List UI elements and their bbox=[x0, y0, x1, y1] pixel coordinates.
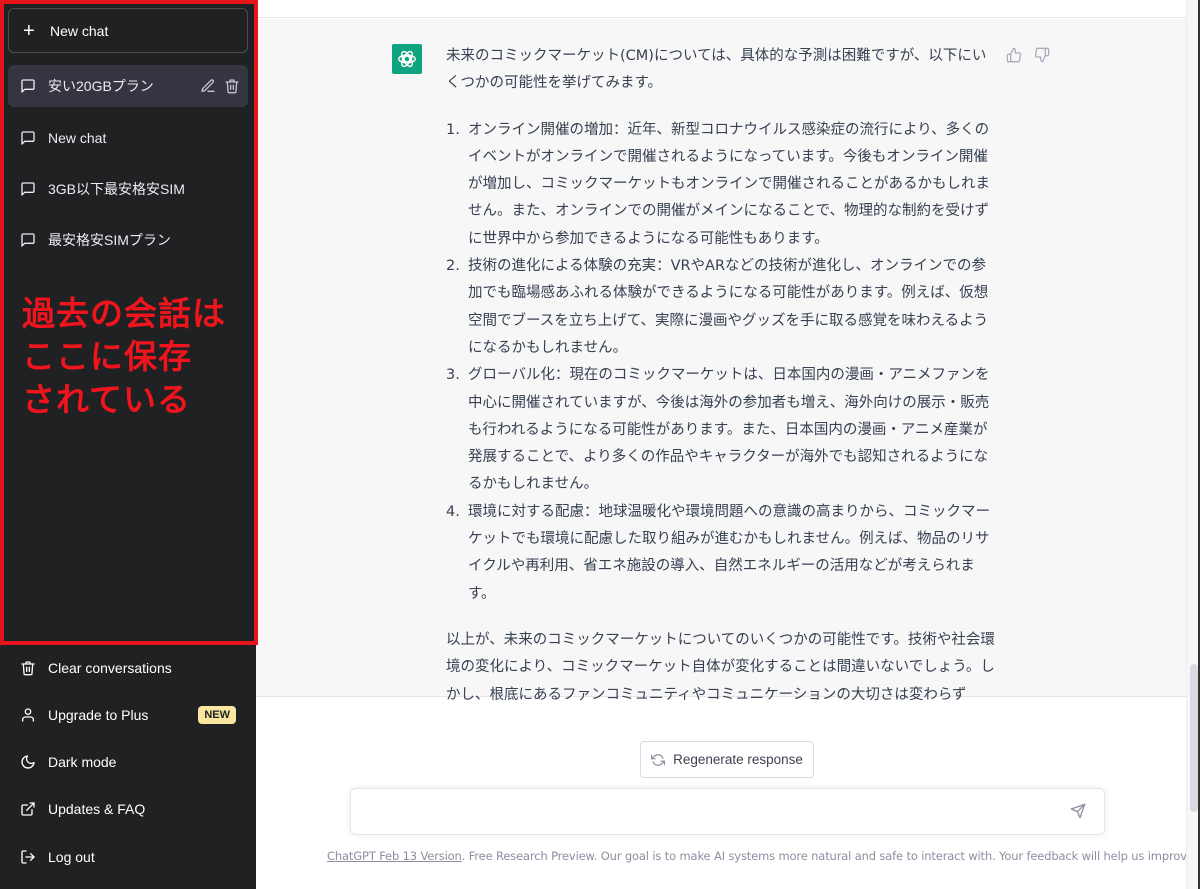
annotation-line: ここに保存 bbox=[22, 337, 192, 376]
regenerate-label: Regenerate response bbox=[673, 752, 803, 767]
plus-icon: + bbox=[23, 19, 35, 42]
list-item: 1. オンライン開催の増加：近年、新型コロナウイルス感染症の流行により、多くのイベ… bbox=[446, 121, 990, 247]
clear-conversations-label: Clear conversations bbox=[48, 660, 172, 676]
conversation-item-active[interactable]: 安い20GBプラン bbox=[8, 65, 248, 107]
new-badge: NEW bbox=[198, 706, 236, 724]
user-icon bbox=[20, 707, 36, 723]
feedback-buttons bbox=[1006, 47, 1052, 65]
updates-faq-label: Updates & FAQ bbox=[48, 801, 146, 817]
trash-icon bbox=[20, 660, 36, 676]
previous-message-edge bbox=[256, 0, 1186, 18]
scrollbar-thumb[interactable] bbox=[1190, 664, 1198, 812]
footer-text: . Free Research Preview. Our goal is to … bbox=[461, 849, 1198, 863]
sidebar: + New chat 安い20GBプラン New chat 3GB以下最安格安S… bbox=[0, 0, 256, 889]
conversation-item[interactable]: 最安格安SIMプラン bbox=[8, 219, 248, 261]
conversation-title: 最安格安SIMプラン bbox=[48, 232, 171, 248]
upgrade-to-plus-label: Upgrade to Plus bbox=[48, 707, 149, 723]
list-item: 4. 環境に対する配慮：地球温暖化や環境問題への意識の高まりから、コミックマーケッ… bbox=[446, 503, 990, 602]
message-input[interactable] bbox=[365, 801, 1055, 825]
clear-conversations-button[interactable]: Clear conversations bbox=[8, 646, 248, 690]
assistant-message: 未来のコミックマーケット(CM)については、具体的な予測は困難ですが、以下にいく… bbox=[256, 19, 1186, 703]
list-item: 2. 技術の進化による体験の充実：VRやARなどの技術が進化し、オンラインでの参加… bbox=[446, 258, 989, 356]
updates-faq-link[interactable]: Updates & FAQ bbox=[8, 787, 248, 831]
conversation-title: 3GB以下最安格安SIM bbox=[48, 181, 185, 197]
annotation-line: 過去の会話は bbox=[22, 294, 226, 333]
version-link[interactable]: ChatGPT Feb 13 Version bbox=[327, 849, 462, 863]
new-chat-label: New chat bbox=[50, 22, 109, 39]
conversation-item[interactable]: New chat bbox=[8, 117, 248, 159]
thumbs-up-icon[interactable] bbox=[1006, 47, 1024, 65]
upgrade-to-plus-button[interactable]: Upgrade to Plus NEW bbox=[8, 693, 248, 737]
footer-disclaimer: ChatGPT Feb 13 Version. Free Research Pr… bbox=[327, 849, 1197, 863]
chat-bubble-icon bbox=[20, 232, 36, 248]
log-out-label: Log out bbox=[48, 849, 95, 865]
regenerate-response-button[interactable]: Regenerate response bbox=[640, 741, 814, 778]
message-conclusion: 以上が、未来のコミックマーケットについてのいくつかの可能性です。技術や社会環境の… bbox=[446, 631, 995, 703]
message-content: 未来のコミックマーケット(CM)については、具体的な予測は困難ですが、以下にいく… bbox=[446, 43, 998, 709]
dark-mode-button[interactable]: Dark mode bbox=[8, 740, 248, 784]
moon-icon bbox=[20, 754, 36, 770]
dark-mode-label: Dark mode bbox=[48, 754, 117, 770]
possibility-list: 1. オンライン開催の増加：近年、新型コロナウイルス感染症の流行により、多くのイベ… bbox=[446, 117, 998, 608]
message-input-container bbox=[350, 788, 1105, 835]
logout-icon bbox=[20, 849, 36, 865]
list-item: 3. グローバル化：現在のコミックマーケットは、日本国内の漫画・アニメファンを中心… bbox=[446, 367, 990, 493]
annotation-text: 過去の会話は ここに保存 されている bbox=[22, 292, 226, 421]
message-intro: 未来のコミックマーケット(CM)については、具体的な予測は困難ですが、以下にいく… bbox=[446, 48, 987, 92]
thumbs-down-icon[interactable] bbox=[1034, 47, 1052, 65]
chat-main: 未来のコミックマーケット(CM)については、具体的な予測は困難ですが、以下にいく… bbox=[256, 0, 1200, 889]
conversation-title: New chat bbox=[48, 130, 107, 146]
chat-bubble-icon bbox=[20, 78, 36, 94]
conversation-item[interactable]: 3GB以下最安格安SIM bbox=[8, 168, 248, 210]
conversation-title: 安い20GBプラン bbox=[48, 78, 154, 94]
new-chat-button[interactable]: + New chat bbox=[8, 8, 248, 53]
external-link-icon bbox=[20, 801, 36, 817]
delete-icon[interactable] bbox=[224, 78, 240, 94]
chat-bubble-icon bbox=[20, 181, 36, 197]
chatgpt-logo-icon bbox=[392, 44, 422, 74]
annotation-line: されている bbox=[22, 380, 192, 419]
chat-bubble-icon bbox=[20, 130, 36, 146]
send-icon[interactable] bbox=[1070, 803, 1088, 821]
log-out-button[interactable]: Log out bbox=[8, 835, 248, 879]
refresh-icon bbox=[651, 753, 666, 767]
edit-icon[interactable] bbox=[200, 78, 216, 94]
